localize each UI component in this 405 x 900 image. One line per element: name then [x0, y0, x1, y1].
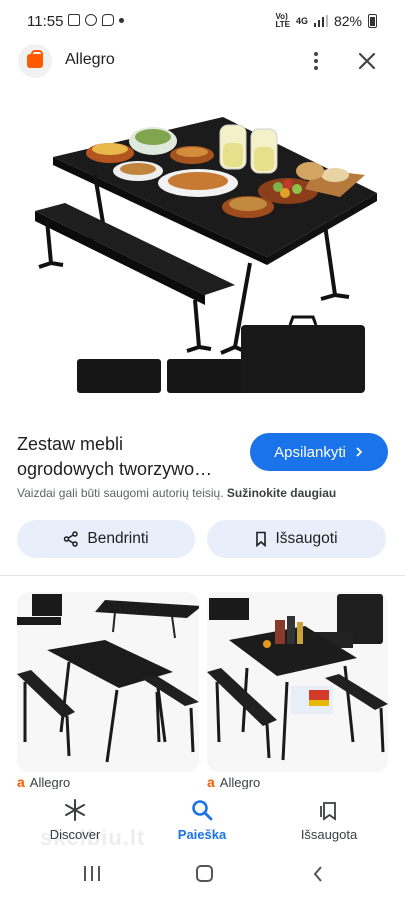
search-icon [192, 800, 213, 821]
allegro-logo-icon [18, 44, 52, 78]
asterisk-icon [65, 799, 85, 821]
result-source-2[interactable]: a Allegro [207, 774, 260, 790]
divider [0, 575, 405, 576]
app-title: Allegro [65, 51, 115, 68]
nav-saved[interactable]: Išsaugota [274, 799, 384, 842]
share-icon [64, 531, 79, 547]
chevron-right-icon [356, 447, 363, 457]
copyright-notice: Vaizdai gali būti saugomi autorių teisių… [17, 486, 337, 500]
network-type: 4G [295, 16, 308, 26]
status-time: 11:55 [27, 13, 64, 30]
watermark: skelbiu.lt [40, 825, 146, 850]
close-icon[interactable] [355, 49, 379, 73]
collections-icon [320, 802, 336, 821]
volte-icon: Vo) LTE [275, 12, 290, 29]
related-image-2[interactable] [207, 592, 388, 772]
battery-icon [368, 14, 377, 28]
share-label: Bendrinti [87, 530, 149, 547]
battery-percent: 82% [333, 13, 362, 29]
bookmark-icon [256, 531, 267, 547]
product-title[interactable]: Zestaw mebli ogrodowych tworzywo… [17, 432, 247, 482]
nav-search[interactable]: Paieška [147, 799, 257, 842]
gallery-icon [68, 14, 80, 26]
home-icon[interactable] [196, 865, 213, 882]
visit-label: Apsilankyti [274, 443, 346, 461]
save-button[interactable]: Išsaugoti [207, 520, 386, 558]
visit-button[interactable]: Apsilankyti [250, 433, 388, 471]
app-header: Allegro [0, 44, 405, 78]
product-image[interactable] [35, 85, 380, 410]
status-notification-icons [68, 14, 124, 26]
signal-icon [313, 15, 328, 27]
status-right: Vo) LTE 4G 82% [275, 13, 377, 29]
allegro-a-icon: a [17, 774, 25, 790]
recents-icon[interactable] [84, 866, 100, 881]
more-notifications-icon [119, 17, 124, 23]
more-options-icon[interactable] [306, 50, 326, 72]
status-bar: 11:55 Vo) LTE 4G 82% [0, 0, 405, 44]
related-image-1[interactable] [17, 592, 199, 772]
save-label: Išsaugoti [275, 530, 338, 547]
learn-more-link[interactable]: Sužinokite daugiau [227, 486, 336, 500]
accessibility-icon [85, 14, 97, 26]
back-icon[interactable] [312, 865, 324, 883]
chat-icon [102, 14, 114, 26]
result-source-1[interactable]: a Allegro [17, 774, 70, 790]
allegro-a-icon: a [207, 774, 215, 790]
system-navigation [0, 852, 405, 900]
share-button[interactable]: Bendrinti [17, 520, 195, 558]
